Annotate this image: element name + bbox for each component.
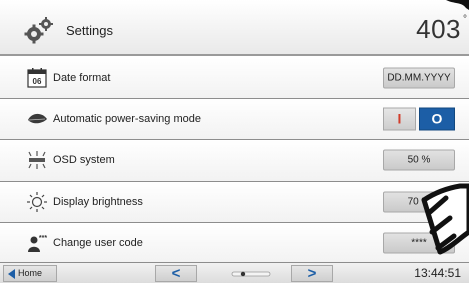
page-title: Settings [66, 23, 113, 38]
leaf-icon [28, 114, 47, 124]
user-code-icon: *** [28, 235, 47, 252]
gears-icon [24, 17, 53, 44]
calendar-icon: 06 [27, 68, 47, 88]
setting-label-power-saving: Automatic power-saving mode [53, 113, 201, 126]
power-saving-toggle[interactable]: I O [383, 107, 455, 131]
home-button[interactable]: Home [3, 265, 57, 282]
clock-time: 13:44:51 [414, 266, 461, 280]
calendar-number: 06 [33, 77, 42, 86]
setting-label-change-user-code: Change user code [53, 236, 143, 249]
osd-icon [28, 151, 46, 170]
setting-row-change-user-code[interactable]: *** Change user code **** [0, 222, 469, 264]
setting-label-date-format: Date format [53, 72, 111, 85]
toggle-off-button[interactable]: O [419, 107, 455, 131]
home-button-label: Home [18, 268, 43, 278]
next-page-button[interactable]: > [291, 265, 333, 282]
setting-row-power-saving[interactable]: Automatic power-saving mode I O [0, 99, 469, 141]
header-bar: Settings 403 ° [0, 0, 469, 56]
setting-label-osd-system: OSD system [53, 154, 115, 167]
previous-page-button[interactable]: < [155, 265, 197, 282]
setting-row-osd-system[interactable]: OSD system 50 % [0, 140, 469, 182]
setting-label-display-brightness: Display brightness [53, 195, 143, 208]
osd-system-button[interactable]: 50 % [383, 149, 455, 171]
settings-list: 06 Date format DD.MM.YYYY Automatic powe… [0, 58, 469, 264]
svg-text:***: *** [39, 235, 47, 242]
toggle-on-button[interactable]: I [383, 107, 416, 131]
footer-bar: Home < > 13:44:51 [0, 262, 469, 283]
change-user-code-button[interactable]: **** [383, 232, 455, 254]
display-brightness-button[interactable]: 70 % [383, 191, 455, 213]
setting-row-date-format[interactable]: 06 Date format DD.MM.YYYY [0, 58, 469, 100]
setting-row-display-brightness[interactable]: Display brightness 70 % [0, 181, 469, 223]
page-indicator [231, 271, 271, 277]
arrow-left-icon [8, 269, 15, 279]
temperature-readout: 403 [416, 14, 461, 44]
date-format-button[interactable]: DD.MM.YYYY [383, 67, 455, 89]
temperature-unit: ° [463, 14, 467, 25]
sun-icon [27, 191, 47, 212]
